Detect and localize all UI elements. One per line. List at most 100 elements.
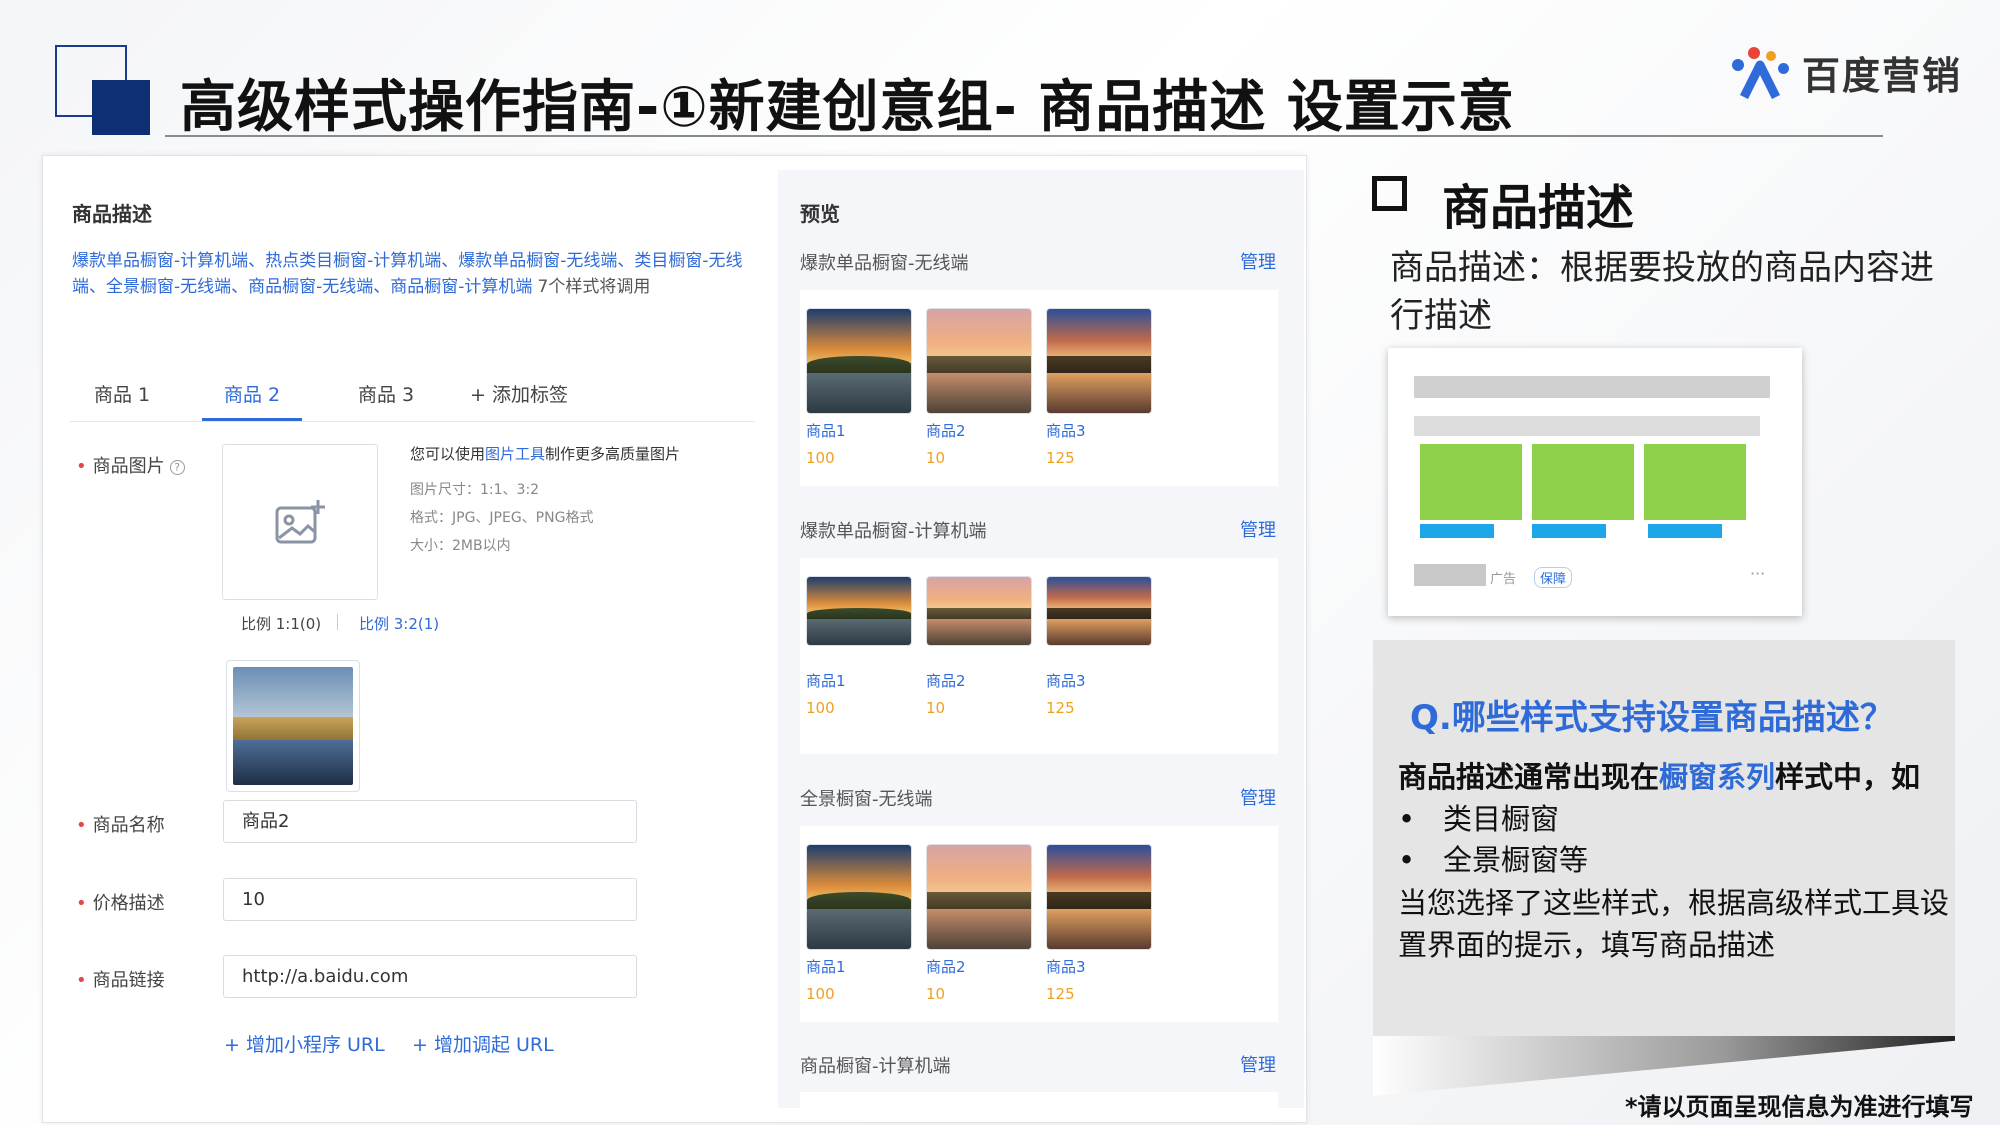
preview-product-name: 商品1 [806,672,846,690]
title-divider [165,135,1883,137]
heading-square-icon [1372,176,1407,211]
image-limit-hint: 大小：2MB以内 [410,538,511,554]
manage-link[interactable]: 管理 [1240,516,1276,542]
image-format-hint: 格式：JPG、JPEG、PNG格式 [410,510,594,526]
footnote: *请以页面呈现信息为准进行填写 [1625,1093,1974,1121]
preview-product-name: 商品3 [1046,672,1086,690]
ratio-1-1-option[interactable]: 比例 1:1(0) [241,613,321,634]
manage-link[interactable]: 管理 [1240,1051,1276,1077]
add-mini-program-url-link[interactable]: + 增加小程序 URL [224,1030,385,1057]
preview-product[interactable]: 商品3 125 [1046,308,1154,467]
preview-section-title: 爆款单品橱窗-无线端 [800,253,969,274]
mock-guarantee-badge: 保障 [1534,567,1573,588]
product-image-label: • 商品图片? [76,452,185,478]
preview-section-title: 爆款单品橱窗-计算机端 [800,521,987,542]
ratio-3-2-option[interactable]: 比例 3:2(1) [359,613,439,634]
preview-product-price: 100 [806,985,835,1003]
explain-heading: 商品描述 [1442,180,1635,236]
preview-product-price: 10 [926,449,946,467]
preview-product[interactable]: 商品2 10 [926,308,1034,467]
tab-product-2[interactable]: 商品 2 [224,380,280,407]
help-icon[interactable]: ? [169,460,185,475]
preview-product-price: 125 [1046,449,1075,467]
preview-product-price: 10 [926,699,946,717]
qa-answer-line: 商品描述通常出现在橱窗系列样式中，如 [1398,760,1921,794]
mock-subtitle-bar [1414,416,1760,436]
explain-description: 商品描述：根据要投放的商品内容进行描述 [1390,248,1934,336]
manage-link[interactable]: 管理 [1240,248,1276,274]
preview-product-price: 100 [806,699,835,717]
preview-product[interactable]: 商品1 100 [806,576,914,717]
manage-link[interactable]: 管理 [1240,784,1276,810]
preview-product-name: 商品2 [926,958,966,976]
title-deco-filled-square [92,80,150,135]
preview-product-name: 商品3 [1046,958,1086,976]
image-upload-box[interactable] [222,444,378,600]
preview-product[interactable]: 商品2 10 [926,576,1034,717]
mock-source-bar [1414,564,1486,586]
preview-product-price: 125 [1046,985,1075,1003]
mock-description-bar [1532,524,1606,538]
preview-product[interactable]: 商品3 125 [1046,844,1154,1003]
mock-product-block [1644,444,1746,520]
preview-section-title: 商品橱窗-计算机端 [800,1056,951,1077]
tab-product-1[interactable]: 商品 1 [94,380,150,407]
qa-closing-line: 置界面的提示，填写商品描述 [1398,928,1776,962]
preview-product-name: 商品2 [926,672,966,690]
add-callup-url-link[interactable]: + 增加调起 URL [412,1030,554,1057]
price-input[interactable]: 10 [223,878,637,921]
add-tab-button[interactable]: + 添加标签 [470,380,568,407]
product-link-label: • 商品链接 [76,970,165,991]
preview-product[interactable]: 商品1 100 [806,844,914,1003]
preview-product-name: 商品1 [806,422,846,440]
brand-logo: 百度营销 [1730,45,1962,100]
logo-text: 百度营销 [1802,54,1963,98]
preview-product-price: 100 [806,449,835,467]
preview-product-name: 商品1 [806,958,846,976]
preview-product-name: 商品2 [926,422,966,440]
preview-card: 商品1 100 商品2 10 商品3 125 [800,558,1278,754]
qa-closing-line: 当您选择了这些样式，根据高级样式工具设 [1398,886,1950,920]
preview-product[interactable]: 商品2 10 [926,844,1034,1003]
mock-ad-label: 广告 [1490,572,1517,587]
add-image-icon [275,500,325,544]
product-name-label: • 商品名称 [76,815,165,836]
mock-product-block [1532,444,1634,520]
qa-question: Q.哪些样式支持设置商品描述？ [1410,698,1894,738]
image-tool-hint: 您可以使用图片工具制作更多高质量图片 [410,445,681,463]
editor-section-title: 商品描述 [72,202,152,226]
product-name-input[interactable]: 商品2 [223,800,637,843]
image-tool-link[interactable]: 图片工具 [485,445,545,463]
image-size-hint: 图片尺寸：1:1、3:2 [410,482,540,498]
styles-usage-note: 爆款单品橱窗-计算机端、热点类目橱窗-计算机端、爆款单品橱窗-无线端、类目橱窗-… [72,248,752,300]
qa-bullet-item: • 类目橱窗 [1398,802,1560,836]
ad-layout-mockup: 广告 保障 ··· [1388,348,1802,616]
mock-description-bar [1420,524,1494,538]
highlight-window-series: 橱窗系列 [1659,760,1776,794]
baidu-logo-icon [1730,46,1792,99]
preview-card: 商品1 100 商品2 10 商品3 125 [800,826,1278,1022]
product-link-input[interactable]: http://a.baidu.com [223,955,637,998]
preview-product[interactable]: 商品3 125 [1046,576,1154,717]
mock-title-bar [1414,376,1770,398]
slide-title: 高级样式操作指南-①新建创意组- 商品描述 设置示意 [180,75,1515,140]
preview-product-name: 商品3 [1046,422,1086,440]
preview-product-price: 125 [1046,699,1075,717]
preview-card: 商品1 100 商品2 10 商品3 125 [800,290,1278,486]
preview-product-price: 10 [926,985,946,1003]
active-tab-indicator [202,418,302,421]
price-label: • 价格描述 [76,893,165,914]
preview-section-title: 全景橱窗-无线端 [800,789,933,810]
uploaded-image-thumbnail[interactable] [226,660,360,792]
qa-bullet-item: • 全景橱窗等 [1398,843,1589,877]
mock-description-bar [1648,524,1722,538]
preview-card [800,1092,1278,1108]
styles-count-text: 7个样式将调用 [537,277,651,297]
ratio-divider [337,614,338,630]
preview-title: 预览 [800,202,840,226]
tab-product-3[interactable]: 商品 3 [358,380,414,407]
preview-product[interactable]: 商品1 100 [806,308,914,467]
mock-more-icon: ··· [1750,564,1766,583]
mock-product-block [1420,444,1522,520]
product-tabs: 商品 1 商品 2 商品 3 + 添加标签 [70,370,755,422]
